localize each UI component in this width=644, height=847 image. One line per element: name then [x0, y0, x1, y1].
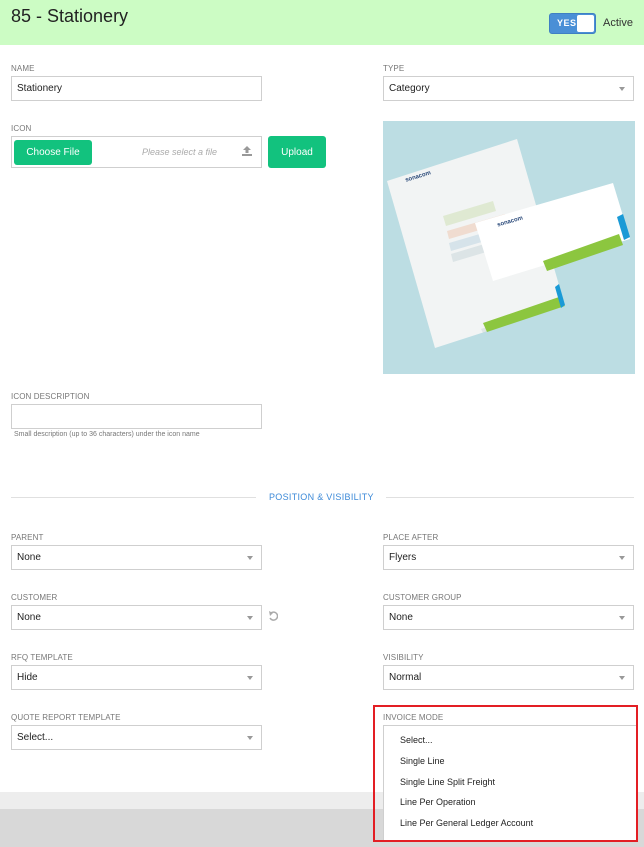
customer-group-select[interactable]: None	[383, 605, 634, 630]
quote-report-template-label: QUOTE REPORT TEMPLATE	[11, 713, 121, 722]
chevron-down-icon	[619, 87, 625, 91]
type-value: Category	[389, 83, 430, 94]
quote-report-template-select[interactable]: Select...	[11, 725, 262, 750]
name-label: NAME	[11, 64, 35, 73]
rfq-template-label: RFQ TEMPLATE	[11, 653, 73, 662]
parent-value: None	[17, 552, 41, 563]
parent-label: PARENT	[11, 533, 44, 542]
section-title: POSITION & VISIBILITY	[269, 492, 374, 502]
toggle-label: YES	[557, 18, 577, 28]
active-toggle[interactable]: YES	[549, 13, 596, 34]
icon-description-hint: Small description (up to 36 characters) …	[14, 431, 200, 438]
rfq-template-value: Hide	[17, 672, 38, 683]
place-after-value: Flyers	[389, 552, 417, 563]
chevron-down-icon	[247, 616, 253, 620]
chevron-down-icon	[619, 616, 625, 620]
customer-label: CUSTOMER	[11, 593, 58, 602]
choose-file-button[interactable]: Choose File	[14, 140, 92, 165]
customer-group-label: CUSTOMER GROUP	[383, 593, 462, 602]
icon-label: ICON	[11, 124, 32, 133]
quote-report-template-value: Select...	[17, 732, 54, 743]
icon-description-label: ICON DESCRIPTION	[11, 392, 90, 401]
visibility-label: VISIBILITY	[383, 653, 424, 662]
chevron-down-icon	[247, 676, 253, 680]
place-after-select[interactable]: Flyers	[383, 545, 634, 570]
stationery-illustration	[387, 139, 630, 348]
reset-icon[interactable]	[268, 611, 278, 621]
customer-value: None	[17, 612, 41, 623]
chevron-down-icon	[619, 556, 625, 560]
rfq-template-select[interactable]: Hide	[11, 665, 262, 690]
file-input[interactable]: Choose File Please select a file	[11, 136, 262, 168]
icon-description-input[interactable]	[11, 404, 262, 429]
upload-icon	[242, 146, 252, 156]
chevron-down-icon	[619, 676, 625, 680]
highlight-box	[373, 705, 638, 842]
icon-preview-image: sonacom sonacom	[383, 121, 635, 374]
name-input[interactable]: Stationery	[11, 76, 262, 101]
customer-select[interactable]: None	[11, 605, 262, 630]
section-divider-left	[11, 497, 256, 498]
chevron-down-icon	[247, 736, 253, 740]
upload-button[interactable]: Upload	[268, 136, 326, 168]
active-status-label: Active	[603, 17, 633, 29]
section-divider-right	[386, 497, 634, 498]
place-after-label: PLACE AFTER	[383, 533, 439, 542]
visibility-value: Normal	[389, 672, 422, 683]
chevron-down-icon	[247, 556, 253, 560]
page-title: 85 - Stationery	[11, 6, 129, 26]
toggle-knob	[577, 15, 594, 32]
customer-group-value: None	[389, 612, 413, 623]
file-placeholder: Please select a file	[142, 147, 218, 157]
type-select[interactable]: Category	[383, 76, 634, 101]
visibility-select[interactable]: Normal	[383, 665, 634, 690]
parent-select[interactable]: None	[11, 545, 262, 570]
type-label: TYPE	[383, 64, 405, 73]
